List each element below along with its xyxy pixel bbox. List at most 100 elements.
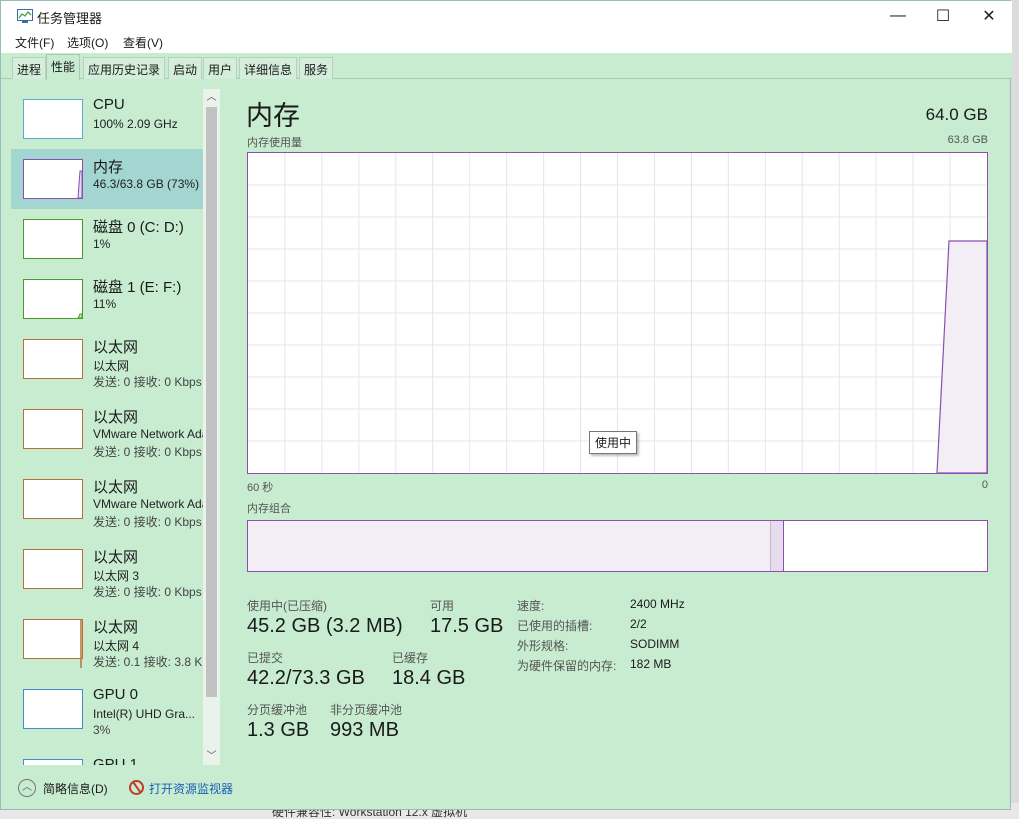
sidebar-item-ethernet[interactable]: 以太网 以太网 4 发送: 0.1 接收: 3.8 Kbps xyxy=(11,609,203,669)
committed-label: 已提交 xyxy=(247,651,284,665)
menu-options[interactable]: 选项(O) xyxy=(67,34,108,51)
sidebar-item-subtitle: 以太网 4 xyxy=(93,639,140,653)
speed-value: 2400 MHz xyxy=(630,597,685,611)
tab-processes[interactable]: 进程 xyxy=(12,57,47,79)
sidebar-item-subtitle: Intel(R) UHD Gra... xyxy=(93,707,196,721)
hardware-reserved-value: 182 MB xyxy=(630,657,672,671)
tab-services[interactable]: 服务 xyxy=(299,57,334,79)
sidebar-item-ethernet[interactable]: 以太网 VMware Network Adapter 发送: 0 接收: 0 K… xyxy=(11,469,203,529)
sidebar-item-throughput: 发送: 0 接收: 0 Kbps xyxy=(93,375,202,389)
sidebar-item-throughput: 发送: 0 接收: 0 Kbps xyxy=(93,585,202,599)
sidebar-item-usage: 3% xyxy=(93,723,111,737)
sidebar-item-throughput: 发送: 0 接收: 0 Kbps xyxy=(93,445,202,459)
menu-bar: 文件(F) 选项(O) 查看(V) xyxy=(1,31,1012,53)
time-axis-start: 60 秒 xyxy=(247,482,274,494)
scrollbar-thumb[interactable] xyxy=(206,107,217,697)
memory-mini-graph xyxy=(23,159,83,199)
sidebar-item-title: GPU 0 xyxy=(93,686,139,703)
nonpaged-pool-value: 993 MB xyxy=(330,719,399,741)
sidebar-item-gpu-1[interactable]: GPU 1 xyxy=(11,749,203,765)
sidebar-scrollbar[interactable]: ︿ ﹀ xyxy=(203,89,220,765)
graph-tooltip: 使用中 xyxy=(589,431,638,454)
slots-value: 2/2 xyxy=(630,617,647,631)
tab-users[interactable]: 用户 xyxy=(203,57,238,79)
sidebar-item-title: 以太网 xyxy=(93,549,139,566)
tab-startup[interactable]: 启动 xyxy=(168,57,203,79)
sidebar-item-memory[interactable]: 内存 46.3/63.8 GB (73%) xyxy=(11,149,203,209)
sidebar-item-title: CPU xyxy=(93,96,125,113)
available-value: 17.5 GB xyxy=(430,615,504,637)
page-title: 内存 xyxy=(246,101,300,131)
composition-label: 内存组合 xyxy=(247,503,291,515)
tab-performance[interactable]: 性能 xyxy=(46,54,81,80)
sidebar-item-subtitle: 1% xyxy=(93,237,111,251)
cached-value: 18.4 GB xyxy=(392,667,466,689)
sidebar-item-title: 磁盘 0 (C: D:) xyxy=(93,219,184,236)
sidebar-item-disk-0[interactable]: 磁盘 0 (C: D:) 1% xyxy=(11,209,203,269)
ethernet-mini-graph xyxy=(23,339,83,379)
sidebar-item-subtitle: 以太网 xyxy=(93,359,130,373)
window-title: 任务管理器 xyxy=(37,11,103,26)
menu-file[interactable]: 文件(F) xyxy=(15,34,54,51)
sidebar-item-subtitle: VMware Network Adapter xyxy=(93,427,203,441)
sidebar-item-gpu-0[interactable]: GPU 0 Intel(R) UHD Gra... 3% xyxy=(11,679,203,739)
disk-mini-graph xyxy=(23,219,83,259)
sidebar-item-ethernet[interactable]: 以太网 以太网 发送: 0 接收: 0 Kbps xyxy=(11,329,203,389)
cpu-mini-graph xyxy=(23,99,83,139)
committed-value: 42.2/73.3 GB xyxy=(247,667,365,689)
chevron-up-icon[interactable]: ︿ xyxy=(18,779,36,797)
paged-pool-label: 分页缓冲池 xyxy=(247,703,308,717)
sidebar-item-throughput: 发送: 0.1 接收: 3.8 Kbps xyxy=(93,655,203,669)
memory-usage-graph[interactable]: 使用中 xyxy=(247,152,988,474)
composition-modified[interactable] xyxy=(771,521,784,571)
ethernet-mini-graph xyxy=(23,619,83,668)
gpu-mini-graph xyxy=(23,759,83,765)
sidebar-item-ethernet[interactable]: 以太网 VMware Network Adapter 发送: 0 接收: 0 K… xyxy=(11,399,203,459)
usage-graph-max: 63.8 GB xyxy=(947,134,988,146)
menu-view[interactable]: 查看(V) xyxy=(123,34,163,51)
scroll-down-arrow-icon[interactable]: ﹀ xyxy=(203,748,220,765)
time-axis-end: 0 xyxy=(981,479,988,491)
form-factor-label: 外形规格: xyxy=(517,639,569,653)
hardware-reserved-label: 为硬件保留的内存: xyxy=(517,659,617,673)
fewer-details-button[interactable]: 简略信息(D) xyxy=(43,780,108,797)
sidebar-item-title: GPU 1 xyxy=(93,756,139,765)
tab-details[interactable]: 详细信息 xyxy=(239,57,298,79)
memory-composition-bar[interactable] xyxy=(247,520,988,572)
sidebar-item-title: 以太网 xyxy=(93,339,139,356)
speed-label: 速度: xyxy=(517,599,545,613)
sidebar-item-title: 以太网 xyxy=(93,619,139,636)
available-label: 可用 xyxy=(430,599,455,613)
sidebar-item-title: 以太网 xyxy=(93,479,139,496)
usage-history-area xyxy=(936,240,987,473)
open-resource-monitor-link[interactable]: 打开资源监视器 xyxy=(149,780,233,797)
task-manager-icon xyxy=(17,9,33,23)
minimize-button[interactable]: — xyxy=(875,1,921,31)
memory-detail-panel: 内存 64.0 GB 内存使用量 63.8 GB 使用中 60 秒 0 内存组合… xyxy=(229,89,1007,765)
sidebar-item-title: 磁盘 1 (E: F:) xyxy=(93,279,182,296)
sidebar-item-ethernet[interactable]: 以太网 以太网 3 发送: 0 接收: 0 Kbps xyxy=(11,539,203,599)
in-use-value: 45.2 GB (3.2 MB) xyxy=(247,615,403,637)
sidebar-item-throughput: 发送: 0 接收: 0 Kbps xyxy=(93,515,202,529)
sidebar-item-disk-1[interactable]: 磁盘 1 (E: F:) 11% xyxy=(11,269,203,329)
background-window-strip xyxy=(1011,0,1019,819)
paged-pool-value: 1.3 GB xyxy=(247,719,310,741)
resource-monitor-icon[interactable] xyxy=(129,780,144,795)
usage-graph-label: 内存使用量 xyxy=(247,137,302,149)
ethernet-mini-graph xyxy=(23,409,83,449)
tab-app-history[interactable]: 应用历史记录 xyxy=(83,57,166,79)
maximize-button[interactable]: ☐ xyxy=(920,1,966,31)
form-factor-value: SODIMM xyxy=(630,637,680,651)
in-use-label: 使用中(已压缩) xyxy=(247,599,327,613)
slots-label: 已使用的插槽: xyxy=(517,619,593,633)
title-bar[interactable]: 任务管理器 — ☐ ✕ xyxy=(1,1,1012,31)
sidebar-item-cpu[interactable]: CPU 100% 2.09 GHz xyxy=(11,89,203,149)
sidebar-item-title: 以太网 xyxy=(93,409,139,426)
gpu-mini-graph xyxy=(23,689,83,729)
sidebar-item-subtitle: 11% xyxy=(93,297,117,311)
scroll-up-arrow-icon[interactable]: ︿ xyxy=(203,89,220,106)
close-button[interactable]: ✕ xyxy=(966,1,1012,31)
footer-bar: ︿ 简略信息(D) 打开资源监视器 xyxy=(11,775,1001,801)
composition-in-use[interactable] xyxy=(248,521,771,571)
tab-bar: 进程 性能 应用历史记录 启动 用户 详细信息 服务 xyxy=(1,53,1012,80)
